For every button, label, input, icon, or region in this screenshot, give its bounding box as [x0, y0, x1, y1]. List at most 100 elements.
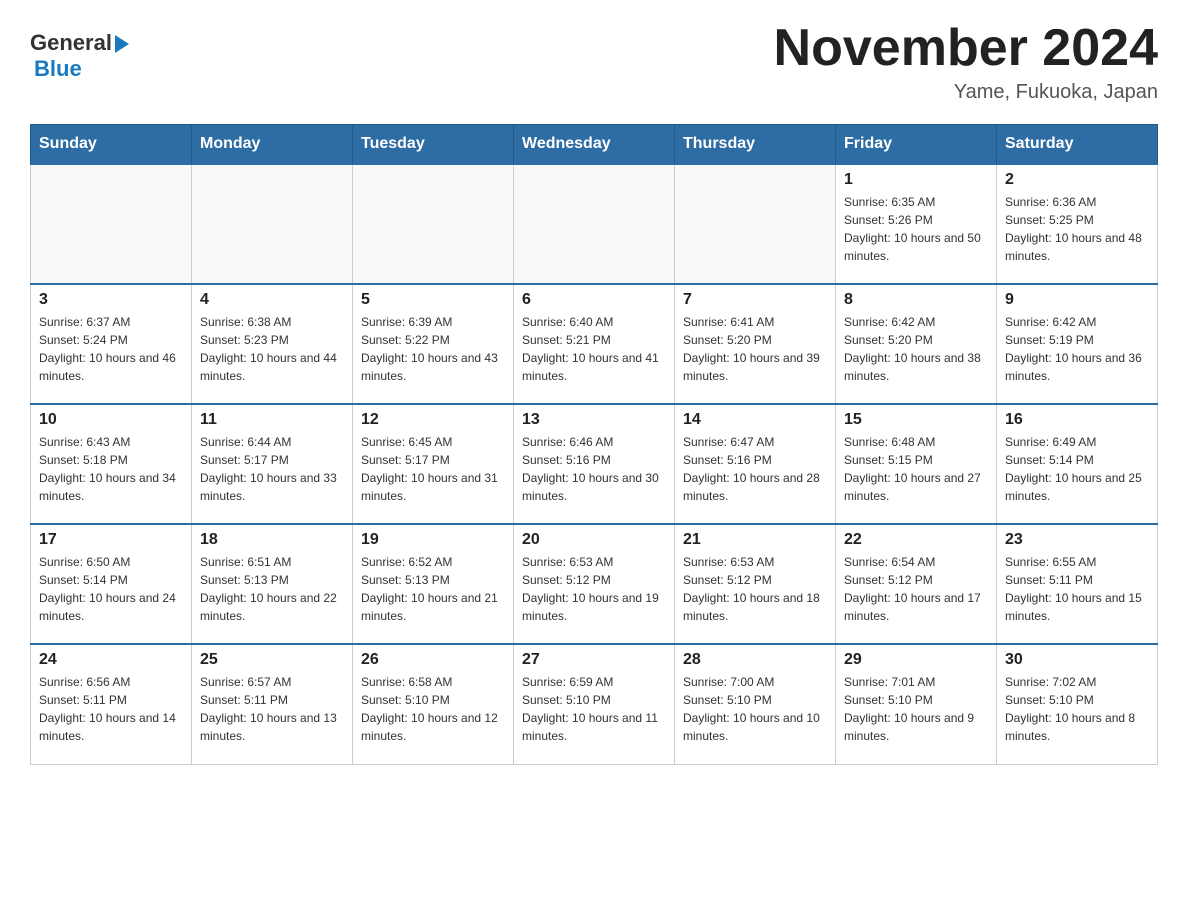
day-number: 15 [844, 411, 988, 429]
logo-general-text: General [30, 30, 112, 56]
day-info: Sunrise: 6:51 AMSunset: 5:13 PMDaylight:… [200, 553, 344, 625]
day-info: Sunrise: 6:36 AMSunset: 5:25 PMDaylight:… [1005, 193, 1149, 265]
day-number: 22 [844, 531, 988, 549]
weekday-header-monday: Monday [192, 125, 353, 165]
calendar-cell: 2 Sunrise: 6:36 AMSunset: 5:25 PMDaylight… [997, 164, 1158, 284]
day-info: Sunrise: 6:52 AMSunset: 5:13 PMDaylight:… [361, 553, 505, 625]
day-info: Sunrise: 6:59 AMSunset: 5:10 PMDaylight:… [522, 673, 666, 745]
week-row-1: 1Sunrise: 6:35 AMSunset: 5:26 PMDaylight… [31, 164, 1158, 284]
day-number: 1 [844, 171, 988, 189]
calendar-table: SundayMondayTuesdayWednesdayThursdayFrid… [30, 124, 1158, 765]
weekday-header-saturday: Saturday [997, 125, 1158, 165]
day-info: Sunrise: 6:46 AMSunset: 5:16 PMDaylight:… [522, 433, 666, 505]
day-info: Sunrise: 6:41 AMSunset: 5:20 PMDaylight:… [683, 313, 827, 385]
day-number: 12 [361, 411, 505, 429]
calendar-cell: 27 Sunrise: 6:59 AMSunset: 5:10 PMDayligh… [514, 644, 675, 764]
location-subtitle: Yame, Fukuoka, Japan [774, 81, 1158, 104]
calendar-cell: 7 Sunrise: 6:41 AMSunset: 5:20 PMDaylight… [675, 284, 836, 404]
week-row-2: 3Sunrise: 6:37 AMSunset: 5:24 PMDaylight… [31, 284, 1158, 404]
week-row-5: 24 Sunrise: 6:56 AMSunset: 5:11 PMDayligh… [31, 644, 1158, 764]
day-number: 11 [200, 411, 344, 429]
day-info: Sunrise: 6:55 AMSunset: 5:11 PMDaylight:… [1005, 553, 1149, 625]
calendar-cell: 19 Sunrise: 6:52 AMSunset: 5:13 PMDayligh… [353, 524, 514, 644]
calendar-cell: 14 Sunrise: 6:47 AMSunset: 5:16 PMDayligh… [675, 404, 836, 524]
weekday-header-thursday: Thursday [675, 125, 836, 165]
weekday-header-row: SundayMondayTuesdayWednesdayThursdayFrid… [31, 125, 1158, 165]
day-number: 26 [361, 651, 505, 669]
day-info: Sunrise: 6:42 AMSunset: 5:19 PMDaylight:… [1005, 313, 1149, 385]
day-number: 2 [1005, 171, 1149, 189]
calendar-cell [192, 164, 353, 284]
calendar-cell: 13 Sunrise: 6:46 AMSunset: 5:16 PMDayligh… [514, 404, 675, 524]
day-info: Sunrise: 6:54 AMSunset: 5:12 PMDaylight:… [844, 553, 988, 625]
weekday-header-friday: Friday [836, 125, 997, 165]
day-number: 27 [522, 651, 666, 669]
weekday-header-sunday: Sunday [31, 125, 192, 165]
day-number: 13 [522, 411, 666, 429]
day-number: 6 [522, 291, 666, 309]
week-row-4: 17 Sunrise: 6:50 AMSunset: 5:14 PMDayligh… [31, 524, 1158, 644]
calendar-cell [675, 164, 836, 284]
calendar-cell: 25 Sunrise: 6:57 AMSunset: 5:11 PMDayligh… [192, 644, 353, 764]
day-info: Sunrise: 7:01 AMSunset: 5:10 PMDaylight:… [844, 673, 988, 745]
calendar-cell: 24 Sunrise: 6:56 AMSunset: 5:11 PMDayligh… [31, 644, 192, 764]
calendar-cell: 23 Sunrise: 6:55 AMSunset: 5:11 PMDayligh… [997, 524, 1158, 644]
day-number: 28 [683, 651, 827, 669]
calendar-cell: 15 Sunrise: 6:48 AMSunset: 5:15 PMDayligh… [836, 404, 997, 524]
day-number: 14 [683, 411, 827, 429]
calendar-cell: 5Sunrise: 6:39 AMSunset: 5:22 PMDaylight… [353, 284, 514, 404]
day-info: Sunrise: 6:40 AMSunset: 5:21 PMDaylight:… [522, 313, 666, 385]
calendar-cell: 6 Sunrise: 6:40 AMSunset: 5:21 PMDaylight… [514, 284, 675, 404]
day-info: Sunrise: 6:57 AMSunset: 5:11 PMDaylight:… [200, 673, 344, 745]
day-number: 20 [522, 531, 666, 549]
day-info: Sunrise: 6:47 AMSunset: 5:16 PMDaylight:… [683, 433, 827, 505]
calendar-cell: 20 Sunrise: 6:53 AMSunset: 5:12 PMDayligh… [514, 524, 675, 644]
calendar-cell: 30Sunrise: 7:02 AMSunset: 5:10 PMDayligh… [997, 644, 1158, 764]
calendar-cell: 10Sunrise: 6:43 AMSunset: 5:18 PMDayligh… [31, 404, 192, 524]
page-header: General Blue November 2024 Yame, Fukuoka… [30, 20, 1158, 104]
month-title: November 2024 [774, 20, 1158, 77]
calendar-cell [514, 164, 675, 284]
day-info: Sunrise: 6:58 AMSunset: 5:10 PMDaylight:… [361, 673, 505, 745]
day-info: Sunrise: 6:56 AMSunset: 5:11 PMDaylight:… [39, 673, 183, 745]
calendar-cell: 18 Sunrise: 6:51 AMSunset: 5:13 PMDayligh… [192, 524, 353, 644]
day-info: Sunrise: 6:44 AMSunset: 5:17 PMDaylight:… [200, 433, 344, 505]
calendar-cell: 26 Sunrise: 6:58 AMSunset: 5:10 PMDayligh… [353, 644, 514, 764]
calendar-cell: 4 Sunrise: 6:38 AMSunset: 5:23 PMDaylight… [192, 284, 353, 404]
day-number: 17 [39, 531, 183, 549]
calendar-cell: 8Sunrise: 6:42 AMSunset: 5:20 PMDaylight… [836, 284, 997, 404]
calendar-cell [31, 164, 192, 284]
calendar-cell: 3Sunrise: 6:37 AMSunset: 5:24 PMDaylight… [31, 284, 192, 404]
day-info: Sunrise: 6:38 AMSunset: 5:23 PMDaylight:… [200, 313, 344, 385]
calendar-cell: 11 Sunrise: 6:44 AMSunset: 5:17 PMDayligh… [192, 404, 353, 524]
day-number: 18 [200, 531, 344, 549]
day-number: 21 [683, 531, 827, 549]
calendar-cell: 21 Sunrise: 6:53 AMSunset: 5:12 PMDayligh… [675, 524, 836, 644]
day-number: 23 [1005, 531, 1149, 549]
title-section: November 2024 Yame, Fukuoka, Japan [774, 20, 1158, 104]
day-number: 4 [200, 291, 344, 309]
day-number: 3 [39, 291, 183, 309]
day-info: Sunrise: 6:53 AMSunset: 5:12 PMDaylight:… [683, 553, 827, 625]
day-info: Sunrise: 6:39 AMSunset: 5:22 PMDaylight:… [361, 313, 505, 385]
calendar-cell [353, 164, 514, 284]
day-number: 24 [39, 651, 183, 669]
day-number: 16 [1005, 411, 1149, 429]
day-info: Sunrise: 6:53 AMSunset: 5:12 PMDaylight:… [522, 553, 666, 625]
day-info: Sunrise: 6:50 AMSunset: 5:14 PMDaylight:… [39, 553, 183, 625]
calendar-cell: 28Sunrise: 7:00 AMSunset: 5:10 PMDayligh… [675, 644, 836, 764]
calendar-cell: 12Sunrise: 6:45 AMSunset: 5:17 PMDayligh… [353, 404, 514, 524]
calendar-cell: 22 Sunrise: 6:54 AMSunset: 5:12 PMDayligh… [836, 524, 997, 644]
day-number: 30 [1005, 651, 1149, 669]
day-number: 7 [683, 291, 827, 309]
day-number: 29 [844, 651, 988, 669]
day-number: 8 [844, 291, 988, 309]
day-number: 19 [361, 531, 505, 549]
day-info: Sunrise: 6:49 AMSunset: 5:14 PMDaylight:… [1005, 433, 1149, 505]
weekday-header-wednesday: Wednesday [514, 125, 675, 165]
calendar-cell: 29 Sunrise: 7:01 AMSunset: 5:10 PMDayligh… [836, 644, 997, 764]
week-row-3: 10Sunrise: 6:43 AMSunset: 5:18 PMDayligh… [31, 404, 1158, 524]
day-number: 25 [200, 651, 344, 669]
day-info: Sunrise: 6:48 AMSunset: 5:15 PMDaylight:… [844, 433, 988, 505]
calendar-cell: 9Sunrise: 6:42 AMSunset: 5:19 PMDaylight… [997, 284, 1158, 404]
